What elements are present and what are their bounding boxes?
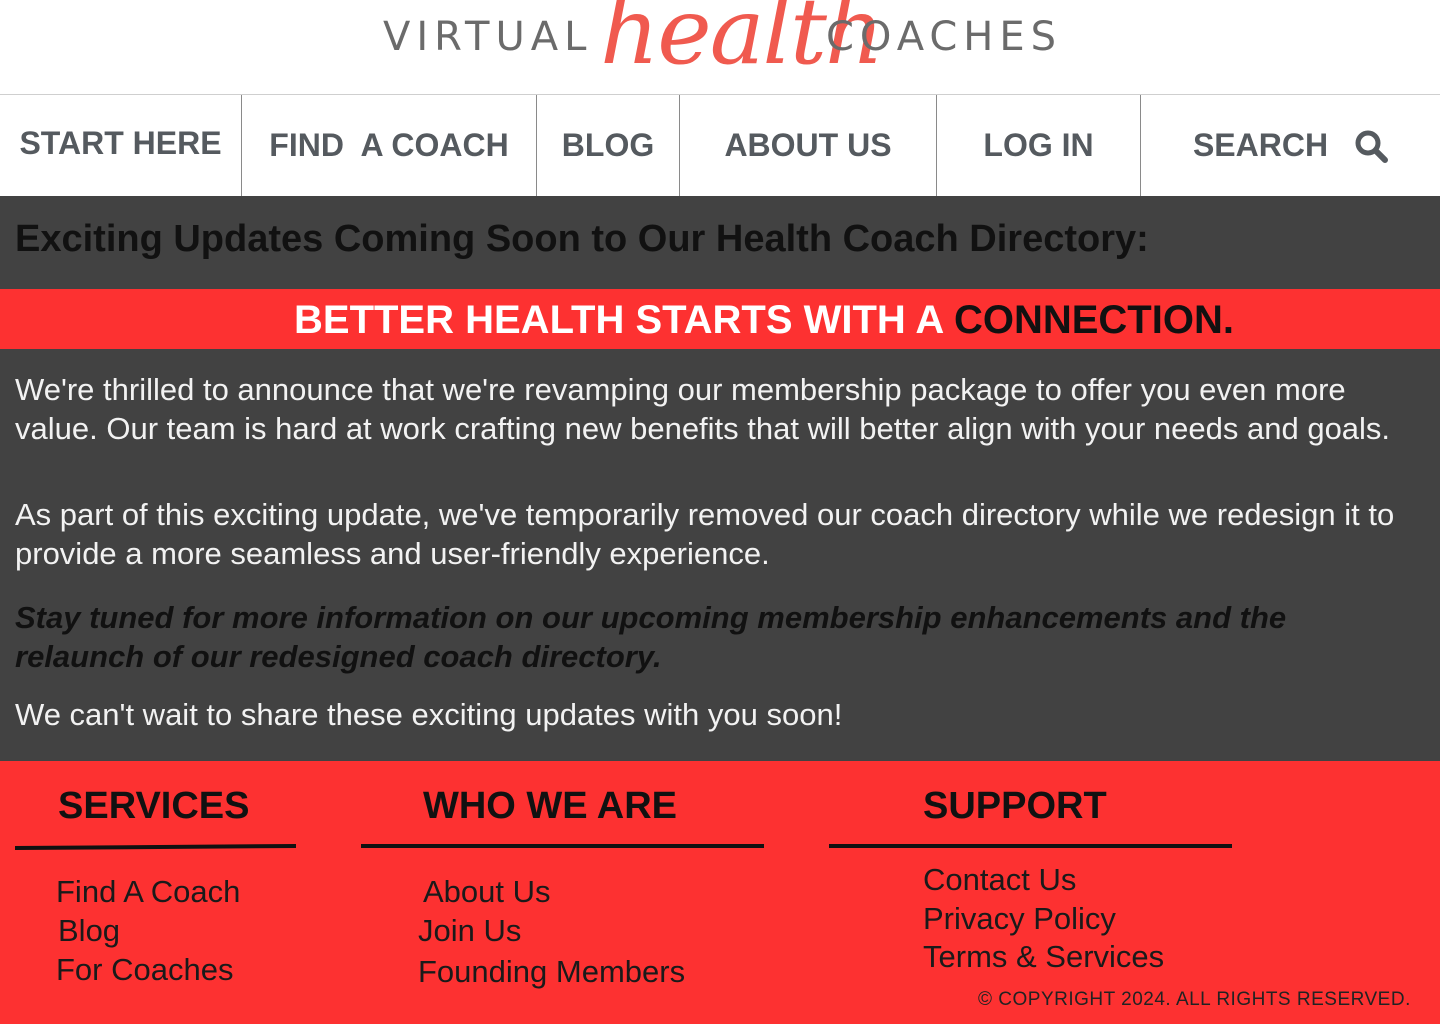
footer-link-terms-services[interactable]: Terms & Services xyxy=(923,937,1164,976)
footer-who-we-are-divider xyxy=(361,844,764,848)
nav-about-us[interactable]: ABOUT US xyxy=(680,95,937,196)
announcement-headline: Exciting Updates Coming Soon to Our Heal… xyxy=(15,218,1149,260)
footer-link-for-coaches[interactable]: For Coaches xyxy=(56,950,233,989)
site-logo[interactable]: VIRTUAL health COACHES xyxy=(0,0,1440,95)
footer-link-about-us[interactable]: About Us xyxy=(423,872,551,911)
tagline-white-part: BETTER HEALTH STARTS WITH A xyxy=(294,298,954,342)
nav-search[interactable]: SEARCH xyxy=(1141,95,1440,196)
announcement-paragraph-1: We're thrilled to announce that we're re… xyxy=(15,372,1391,446)
footer-link-find-a-coach[interactable]: Find A Coach xyxy=(56,872,240,911)
copyright-notice: © COPYRIGHT 2024. ALL RIGHTS RESERVED. xyxy=(978,989,1411,1010)
announcement-panel xyxy=(0,196,1440,761)
announcement-paragraph-4: We can't wait to share these exciting up… xyxy=(15,697,843,732)
tagline-dark-part: CONNECTION. xyxy=(953,298,1234,342)
nav-log-in[interactable]: LOG IN xyxy=(937,95,1141,196)
logo-word-virtual: VIRTUAL xyxy=(383,14,593,60)
footer-link-privacy-policy[interactable]: Privacy Policy xyxy=(923,899,1116,938)
footer-link-contact-us[interactable]: Contact Us xyxy=(923,860,1076,899)
footer-link-founding-members[interactable]: Founding Members xyxy=(418,952,685,991)
nav-find-a-coach[interactable]: FIND A COACH xyxy=(242,95,537,196)
main-nav: START HERE FIND A COACH BLOG ABOUT US LO… xyxy=(0,95,1440,196)
site-header: VIRTUAL health COACHES xyxy=(0,0,1440,95)
nav-blog[interactable]: BLOG xyxy=(537,95,680,196)
footer-link-join-us[interactable]: Join Us xyxy=(418,911,521,950)
footer-support-divider xyxy=(829,844,1232,848)
search-icon[interactable] xyxy=(1354,129,1389,163)
logo-word-coaches: COACHES xyxy=(826,14,1063,60)
nav-start-here-label: START HERE xyxy=(19,125,222,161)
nav-search-label: SEARCH xyxy=(1192,127,1329,163)
footer-support-heading: SUPPORT xyxy=(923,785,1107,827)
announcement-paragraph-3: Stay tuned for more information on our u… xyxy=(15,600,1287,674)
announcement-paragraph-2: As part of this exciting update, we've t… xyxy=(15,497,1395,571)
nav-log-in-label: LOG IN xyxy=(983,127,1094,163)
nav-about-us-label: ABOUT US xyxy=(724,127,892,163)
footer-services-heading: SERVICES xyxy=(58,785,250,827)
footer-who-we-are-heading: WHO WE ARE xyxy=(423,785,678,827)
tagline-text: BETTER HEALTH STARTS WITH A CONNECTION. xyxy=(294,298,1234,343)
nav-start-here[interactable]: START HERE xyxy=(0,95,242,196)
nav-blog-label: BLOG xyxy=(561,127,655,163)
nav-find-a-coach-label: FIND A COACH xyxy=(269,127,509,163)
footer-link-blog[interactable]: Blog xyxy=(58,911,120,950)
